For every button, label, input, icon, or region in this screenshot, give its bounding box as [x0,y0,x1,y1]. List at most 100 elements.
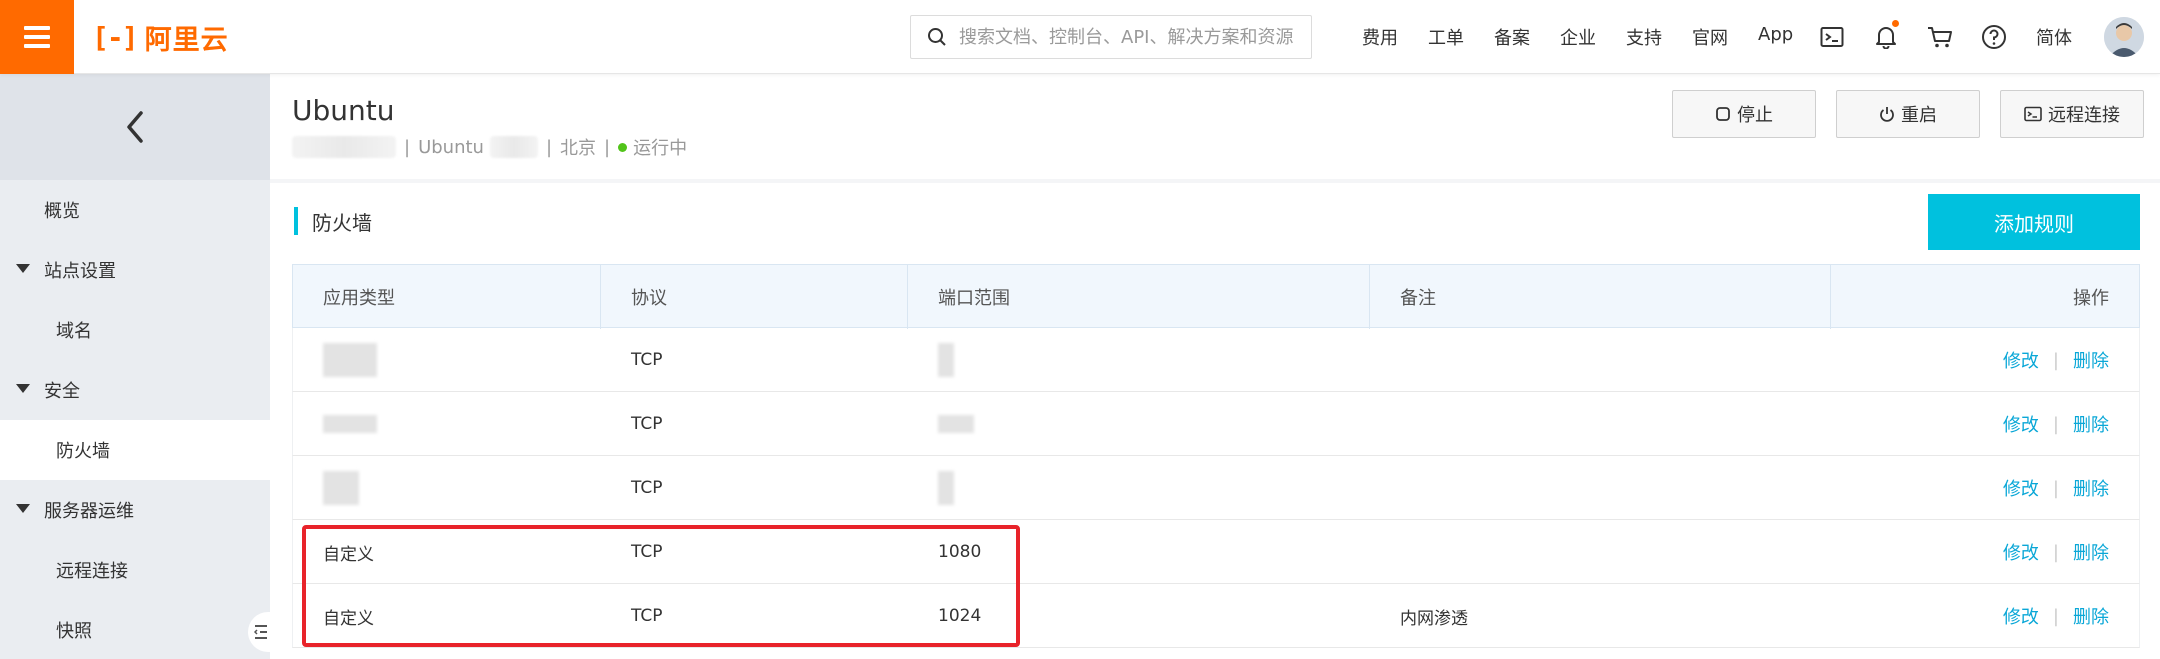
column-header-app-type: 应用类型 [293,265,601,329]
cell-port-range [908,328,954,392]
search-input[interactable] [959,26,1299,48]
terminal-icon [2024,106,2042,122]
table-row: 自定义 TCP 1024 内网渗透 修改 | 删除 [292,584,2140,648]
power-icon [1880,107,1894,122]
column-header-actions: 操作 [2073,288,2109,309]
cart-icon[interactable] [1926,23,1954,51]
instance-os: Ubuntu [418,136,484,158]
row-actions: 修改 | 删除 [2003,456,2109,520]
row-actions: 修改 | 删除 [2003,392,2109,456]
caret-down-icon [16,384,30,393]
terminal-icon[interactable] [1818,23,1846,51]
cell-app-type: 自定义 [323,608,374,629]
table-row: TCP 修改 | 删除 [292,328,2140,392]
masked-value [938,343,954,377]
edit-link[interactable]: 修改 [2003,475,2039,501]
sidebar-group-site-settings[interactable]: 站点设置 [0,240,270,300]
sidebar-item-label: 安全 [44,381,80,402]
remote-connect-button[interactable]: 远程连接 [2000,90,2144,138]
table-row: TCP 修改 | 删除 [292,392,2140,456]
cell-port-range [908,456,954,520]
remote-connect-label: 远程连接 [2048,105,2120,126]
help-icon[interactable] [1980,23,2008,51]
masked-value [323,415,377,433]
column-header-note: 备注 [1370,265,1831,329]
column-header-port-range: 端口范围 [908,265,1370,329]
sidebar-group-security[interactable]: 安全 [0,360,270,420]
sidebar-item-label: 域名 [56,321,92,342]
menu-icon[interactable] [0,0,74,74]
instance-title: Ubuntu [292,94,395,127]
cell-protocol: TCP [631,606,663,626]
sidebar-group-server-ops[interactable]: 服务器运维 [0,480,270,540]
table-row: 自定义 TCP 1080 修改 | 删除 [292,520,2140,584]
brand-mark: [-] [92,20,139,54]
delete-link[interactable]: 删除 [2073,539,2109,565]
edit-link[interactable]: 修改 [2003,539,2039,565]
nav-fees[interactable]: 费用 [1362,24,1398,50]
restart-label: 重启 [1901,105,1937,126]
language-switch[interactable]: 简体 [2036,24,2072,50]
nav-support[interactable]: 支持 [1626,24,1662,50]
sidebar-item-label: 防火墙 [56,441,110,462]
sidebar-item-firewall[interactable]: 防火墙 [0,420,270,480]
caret-down-icon [16,264,30,273]
cell-protocol: TCP [631,478,663,498]
cell-app-type [293,392,377,456]
cell-note: 内网渗透 [1400,608,1468,629]
nav-enterprise[interactable]: 企业 [1560,24,1596,50]
bell-icon[interactable] [1872,20,1900,51]
sidebar-item-overview[interactable]: 概览 [0,180,270,240]
nav-website[interactable]: 官网 [1692,24,1728,50]
sidebar-item-snapshot[interactable]: 快照 [0,600,270,659]
user-avatar[interactable] [2104,17,2144,57]
cell-port-range [908,392,974,456]
collapse-icon [253,625,267,639]
sidebar-item-label: 远程连接 [56,561,128,582]
nav-app[interactable]: App [1758,24,1793,45]
delete-link[interactable]: 删除 [2073,347,2109,373]
edit-link[interactable]: 修改 [2003,603,2039,629]
edit-link[interactable]: 修改 [2003,411,2039,437]
masked-instance-id [292,136,396,158]
add-rule-button[interactable]: 添加规则 [1928,194,2140,250]
instance-status: 运行中 [633,138,688,159]
nav-tickets[interactable]: 工单 [1428,24,1464,50]
cell-port-range: 1080 [938,542,982,562]
cell-app-type [293,328,377,392]
delete-link[interactable]: 删除 [2073,411,2109,437]
cell-port-range: 1024 [938,606,982,626]
cell-app-type: 自定义 [323,544,374,565]
cell-protocol: TCP [631,350,663,370]
nav-icp[interactable]: 备案 [1494,24,1530,50]
delete-link[interactable]: 删除 [2073,475,2109,501]
edit-link[interactable]: 修改 [2003,347,2039,373]
sidebar-item-remote-connect[interactable]: 远程连接 [0,540,270,600]
sidebar-item-label: 快照 [56,621,92,642]
caret-down-icon [16,504,30,513]
instance-meta: | Ubuntu | 北京 | 运行中 [292,134,687,160]
search-box[interactable] [910,15,1312,59]
delete-link[interactable]: 删除 [2073,603,2109,629]
stop-label: 停止 [1737,105,1773,126]
header-divider [270,179,2160,183]
cell-note [1370,456,1400,520]
back-button[interactable] [0,74,270,180]
cell-note [1370,520,1400,584]
table-header: 应用类型 协议 端口范围 备注 操作 [292,264,2140,329]
stop-button[interactable]: 停止 [1672,90,1816,138]
section-title-firewall: 防火墙 [294,206,372,236]
top-bar: [-] 阿里云 费用 工单 备案 企业 支持 官网 App 简体 [0,0,2160,74]
brand-logo[interactable]: [-] 阿里云 [92,20,229,56]
sidebar-item-label: 站点设置 [44,261,116,282]
instance-region: 北京 [560,138,597,159]
main-content: Ubuntu | Ubuntu | 北京 | 运行中 停止 重启 远程连接 防火… [270,74,2160,659]
masked-value [323,471,359,505]
cell-app-type [293,456,359,520]
column-header-protocol: 协议 [601,265,908,329]
masked-value [938,471,954,505]
sidebar: 概览 站点设置 域名 安全 防火墙 服务器运维 远程连接 快照 [0,74,270,659]
sidebar-item-domain[interactable]: 域名 [0,300,270,360]
stop-icon [1716,107,1730,121]
restart-button[interactable]: 重启 [1836,90,1980,138]
